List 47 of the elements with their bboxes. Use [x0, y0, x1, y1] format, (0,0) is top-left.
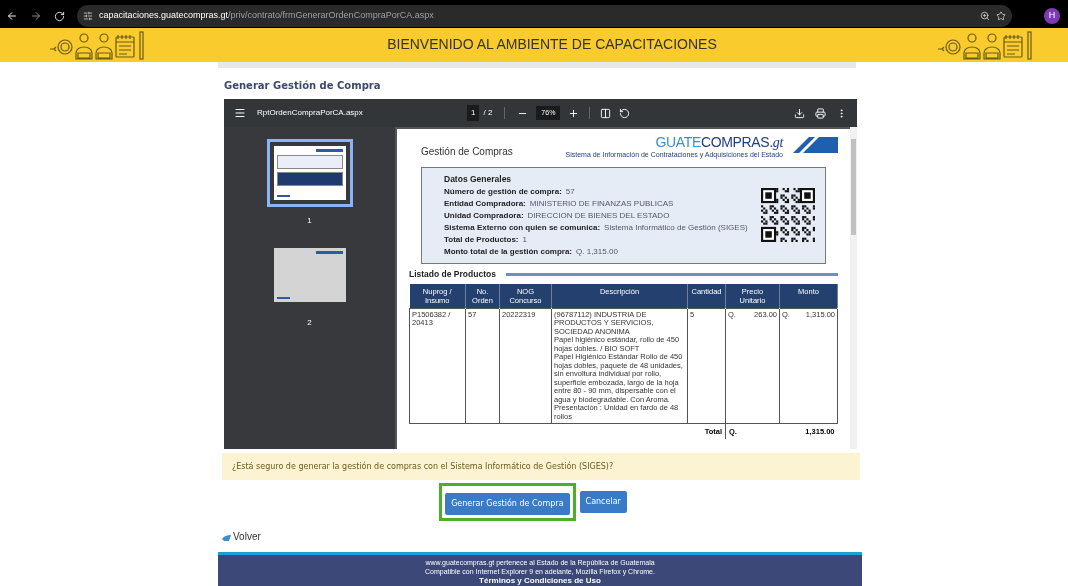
- terms-link[interactable]: Términos y Condiciones de Uso: [479, 576, 601, 586]
- reload-icon[interactable]: [54, 10, 65, 22]
- section-title: Listado de Productos: [409, 267, 496, 281]
- address-bar[interactable]: capacitaciones.guatecompras.gt/priv/contrato/frmGenerarOrdenCompraPorCA.aspx: [77, 5, 1012, 28]
- page-input[interactable]: 1: [467, 105, 480, 121]
- rotate-icon[interactable]: [619, 107, 631, 119]
- page-number: 1: [307, 215, 312, 227]
- confirmation-message: ¿Está seguro de generar la gestión de compras con el Sistema Informático de Gestión (SIGES)?: [222, 453, 860, 480]
- url-host: capacitaciones.guatecompras.gt: [99, 9, 229, 23]
- field-label: Número de gestión de compra:: [444, 185, 562, 198]
- field-label: Sistema Externo con quien se comunica:: [444, 221, 601, 234]
- page-thumbnail[interactable]: [266, 139, 353, 207]
- document-heading: Gestión de Compras: [421, 145, 513, 159]
- qr-code: [761, 188, 815, 243]
- menu-icon[interactable]: [234, 107, 246, 119]
- back-arrow-icon: [222, 532, 231, 541]
- field-value: Q. 1,315.00: [576, 245, 618, 258]
- field-label: Unidad Compradora:: [444, 209, 524, 222]
- site-settings-icon[interactable]: [83, 11, 93, 22]
- field-value: Sistema Informático de Gestión (SIGES): [604, 221, 748, 234]
- field-value: 1: [522, 233, 527, 246]
- back-icon[interactable]: [6, 10, 18, 23]
- action-button[interactable]: Cancelar: [579, 491, 627, 513]
- zoom-in-icon[interactable]: [568, 107, 580, 119]
- field-label: Monto total de la gestión compra:: [444, 245, 572, 258]
- fit-page-icon[interactable]: [600, 107, 612, 119]
- field-value: 57: [565, 185, 575, 198]
- field-label: Total de Productos:: [444, 233, 519, 246]
- print-icon[interactable]: [815, 107, 826, 119]
- download-icon[interactable]: [794, 107, 805, 119]
- field-label: Entidad Compradora:: [444, 197, 526, 210]
- page-number: 2: [307, 317, 312, 329]
- action-button[interactable]: Generar Gestión de Compra: [445, 493, 570, 515]
- page-title: Generar Gestión de Compra: [224, 79, 382, 93]
- field-value: MINISTERIO DE FINANZAS PUBLICAS: [529, 197, 674, 210]
- field-value: DIRECCION DE BIENES DEL ESTADO: [527, 209, 670, 222]
- bookmark-star-icon[interactable]: [996, 11, 1006, 22]
- stripes-logo-icon: [793, 137, 838, 153]
- profile-avatar[interactable]: H: [1044, 8, 1060, 25]
- back-link[interactable]: Volver: [222, 529, 862, 544]
- zoom-icon[interactable]: [980, 11, 990, 22]
- url-path: /priv/contrato/frmGenerarOrdenCompraPorCA.aspx: [228, 9, 434, 23]
- scrollbar[interactable]: [850, 127, 857, 449]
- header-title: BIENVENIDO AL AMBIENTE DE CAPACITACIONES: [387, 35, 717, 55]
- page-total: / 2: [483, 107, 493, 119]
- file-name: RptOrdenCompraPorCA.aspx: [257, 107, 364, 119]
- panel-title: Datos Generales: [444, 173, 513, 186]
